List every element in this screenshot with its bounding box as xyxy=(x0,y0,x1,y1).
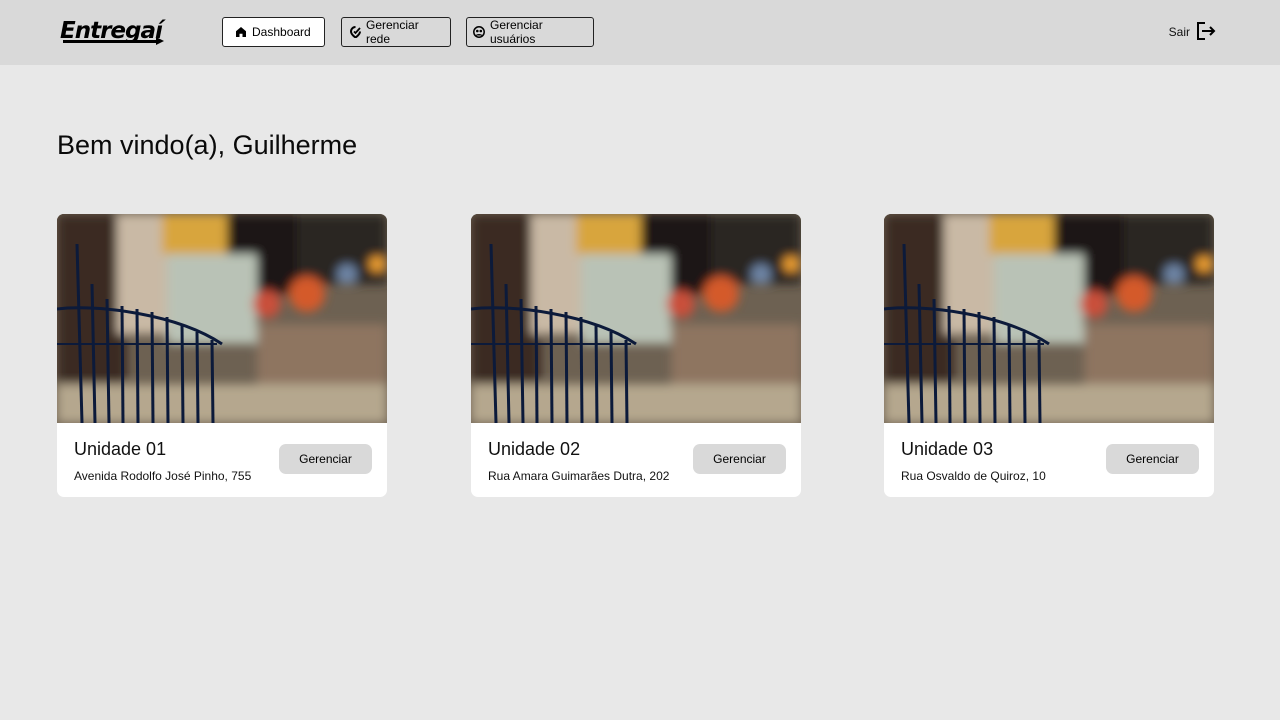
users-icon xyxy=(473,26,485,38)
manage-unit-button[interactable]: Gerenciar xyxy=(1106,444,1199,474)
page-title: Bem vindo(a), Guilherme xyxy=(57,130,358,160)
nav-manage-users-label: Gerenciar usuários xyxy=(490,18,543,46)
logout-label: Sair xyxy=(1168,25,1190,39)
nav-manage-network-label: Gerenciar rede xyxy=(366,18,419,46)
unit-title: Unidade 03 xyxy=(901,439,994,459)
unit-card: Unidade 01 Avenida Rodolfo José Pinho, 7… xyxy=(57,214,387,497)
logout-icon xyxy=(1196,21,1216,44)
unit-title: Unidade 01 xyxy=(74,439,167,459)
unit-card: Unidade 03 Rua Osvaldo de Quiroz, 10 Ger… xyxy=(884,214,1214,497)
unit-card: Unidade 02 Rua Amara Guimarães Dutra, 20… xyxy=(471,214,801,497)
unit-photo xyxy=(884,214,1214,423)
entregai-logo[interactable]: Entregaí xyxy=(60,17,166,47)
unit-photo xyxy=(57,214,387,423)
network-icon xyxy=(350,26,361,38)
unit-address: Rua Osvaldo de Quiroz, 10 xyxy=(901,469,1046,483)
unit-address: Avenida Rodolfo José Pinho, 755 xyxy=(74,469,252,483)
unit-photo xyxy=(471,214,801,423)
home-icon xyxy=(235,26,247,38)
top-navigation-bar: Entregaí Dashboard Gerenciar rede Gerenc… xyxy=(0,0,1280,65)
logout-button[interactable]: Sair xyxy=(1169,20,1216,44)
logo-underline xyxy=(63,40,159,43)
unit-title: Unidade 02 xyxy=(488,439,581,459)
manage-unit-button[interactable]: Gerenciar xyxy=(279,444,372,474)
nav-dashboard-button[interactable]: Dashboard xyxy=(222,17,325,47)
nav-manage-users-button[interactable]: Gerenciar usuários xyxy=(466,17,594,47)
nav-dashboard-label: Dashboard xyxy=(252,25,311,39)
unit-address: Rua Amara Guimarães Dutra, 202 xyxy=(488,469,670,483)
nav-manage-network-button[interactable]: Gerenciar rede xyxy=(341,17,451,47)
logo-arrow xyxy=(156,37,164,45)
manage-unit-button[interactable]: Gerenciar xyxy=(693,444,786,474)
